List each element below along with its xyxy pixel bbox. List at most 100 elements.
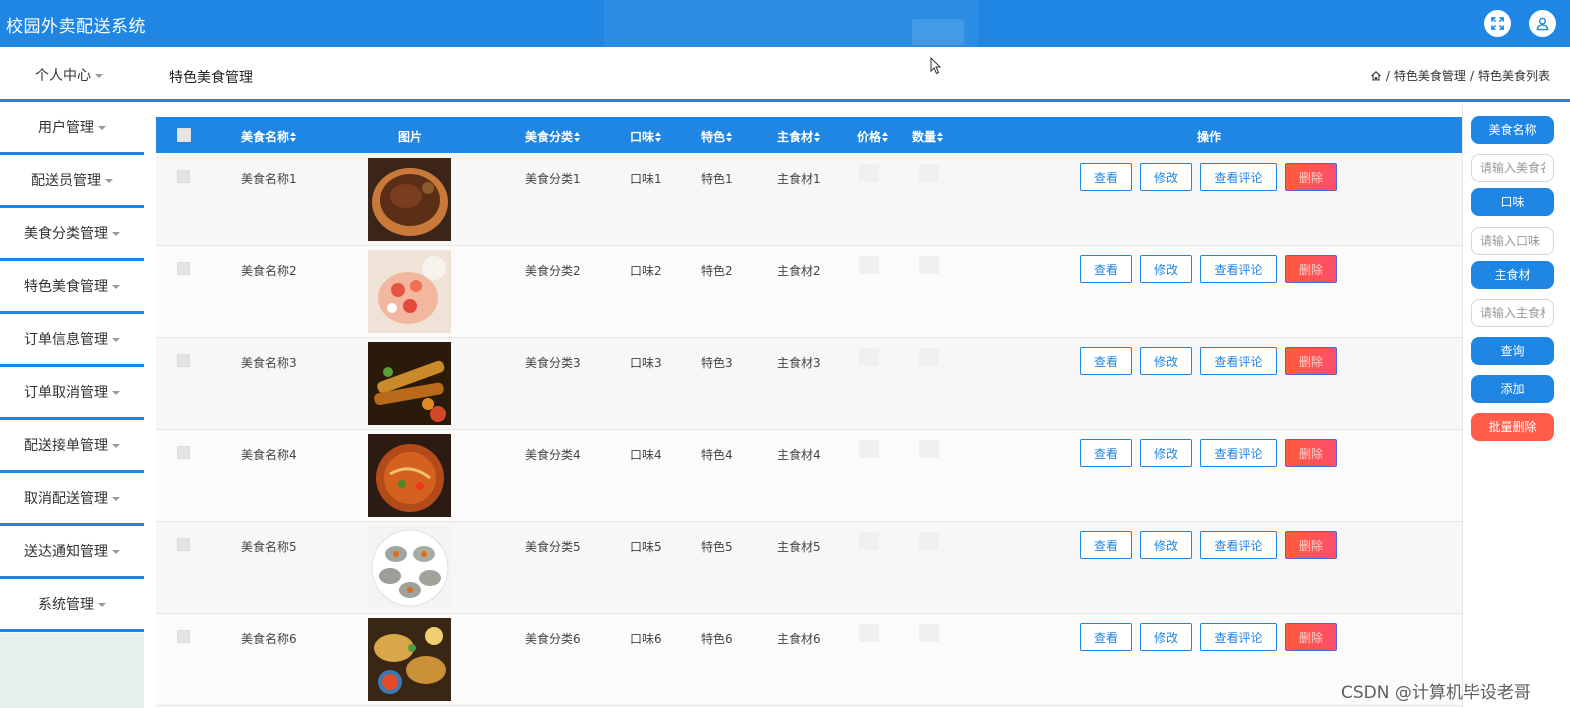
row-checkbox[interactable] (177, 630, 190, 643)
delete-button[interactable]: 删除 (1285, 163, 1337, 191)
sort-icon[interactable] (290, 132, 297, 142)
breadcrumb: / 特色美食管理 / 特色美食列表 (1370, 67, 1550, 84)
caret-down-icon (98, 603, 106, 607)
cell-price-empty (859, 532, 879, 550)
column-header-taste[interactable]: 口味 (630, 128, 662, 145)
edit-button[interactable]: 修改 (1140, 347, 1192, 375)
caret-down-icon (112, 550, 120, 554)
name-search-input[interactable] (1471, 154, 1554, 182)
row-checkbox[interactable] (177, 538, 190, 551)
cell-name: 美食名称4 (241, 448, 297, 462)
column-header-name[interactable]: 美食名称 (241, 128, 297, 145)
cell-taste: 口味3 (630, 356, 662, 370)
cell-price-empty (859, 256, 879, 274)
column-header-category[interactable]: 美食分类 (525, 128, 581, 145)
fullscreen-icon[interactable] (1484, 10, 1511, 37)
watermark: CSDN @计算机毕设老哥 (1341, 683, 1531, 703)
food-image (368, 618, 451, 701)
personal-center-menu[interactable]: 个人中心 (35, 65, 103, 85)
delete-button[interactable]: 删除 (1285, 255, 1337, 283)
view-comments-button[interactable]: 查看评论 (1200, 623, 1277, 651)
column-header-quantity[interactable]: 数量 (912, 128, 944, 145)
home-icon[interactable] (1370, 70, 1382, 82)
sort-icon[interactable] (937, 132, 944, 142)
row-checkbox[interactable] (177, 170, 190, 183)
delete-button[interactable]: 删除 (1285, 531, 1337, 559)
sidebar-item-users[interactable]: 用户管理 (0, 102, 144, 155)
caret-down-icon (112, 285, 120, 289)
column-header-image: 图片 (398, 130, 423, 144)
delete-button[interactable]: 删除 (1285, 347, 1337, 375)
cell-quantity-empty (919, 256, 939, 274)
cell-name: 美食名称5 (241, 540, 297, 554)
edit-button[interactable]: 修改 (1140, 439, 1192, 467)
breadcrumb-separator: / (1385, 68, 1390, 83)
table-row: 美食名称6 美食分类6 口味6 特色6 主食材6 查看 修改 查看评论 删除 (156, 614, 1462, 706)
sidebar-item-couriers[interactable]: 配送员管理 (0, 155, 144, 208)
table-header: 美食名称 图片 美食分类 口味 特色 主食材 价格 数量 操作 (156, 117, 1462, 153)
sidebar-item-label: 送达通知管理 (24, 544, 108, 560)
taste-search-input[interactable] (1471, 227, 1554, 255)
sidebar-item-system[interactable]: 系统管理 (0, 579, 144, 632)
view-comments-button[interactable]: 查看评论 (1200, 439, 1277, 467)
edit-button[interactable]: 修改 (1140, 531, 1192, 559)
food-image (368, 434, 451, 517)
edit-button[interactable]: 修改 (1140, 623, 1192, 651)
cell-ingredient: 主食材6 (777, 632, 821, 646)
delete-button[interactable]: 删除 (1285, 623, 1337, 651)
column-header-price[interactable]: 价格 (857, 128, 889, 145)
view-button[interactable]: 查看 (1080, 163, 1132, 191)
batch-delete-button[interactable]: 批量删除 (1471, 413, 1554, 441)
cell-taste: 口味6 (630, 632, 662, 646)
column-header-feature[interactable]: 特色 (701, 128, 733, 145)
sort-icon[interactable] (655, 132, 662, 142)
sort-icon[interactable] (726, 132, 733, 142)
sidebar-item-label: 美食分类管理 (24, 226, 108, 242)
sidebar-item-delivery-cancel[interactable]: 取消配送管理 (0, 473, 144, 526)
row-checkbox[interactable] (177, 354, 190, 367)
sidebar-item-food-category[interactable]: 美食分类管理 (0, 208, 144, 261)
sidebar-item-order-cancel[interactable]: 订单取消管理 (0, 367, 144, 420)
sidebar-item-featured-food[interactable]: 特色美食管理 (0, 261, 144, 314)
ingredient-search-input[interactable] (1471, 299, 1554, 327)
view-button[interactable]: 查看 (1080, 623, 1132, 651)
sidebar-item-delivery-accept[interactable]: 配送接单管理 (0, 420, 144, 473)
column-header-ingredient[interactable]: 主食材 (777, 128, 821, 145)
ingredient-filter-label: 主食材 (1471, 261, 1554, 289)
cell-price-empty (859, 348, 879, 366)
sort-icon[interactable] (882, 132, 889, 142)
row-checkbox[interactable] (177, 446, 190, 459)
edit-button[interactable]: 修改 (1140, 255, 1192, 283)
cell-name: 美食名称2 (241, 264, 297, 278)
add-button[interactable]: 添加 (1471, 375, 1554, 403)
sort-icon[interactable] (574, 132, 581, 142)
cell-quantity-empty (919, 624, 939, 642)
sidebar-item-label: 用户管理 (38, 120, 94, 136)
cell-taste: 口味2 (630, 264, 662, 278)
sidebar-item-orders[interactable]: 订单信息管理 (0, 314, 144, 367)
select-all-checkbox[interactable] (177, 128, 191, 142)
view-comments-button[interactable]: 查看评论 (1200, 347, 1277, 375)
sidebar-item-label: 取消配送管理 (24, 491, 108, 507)
row-checkbox[interactable] (177, 262, 190, 275)
cell-category: 美食分类1 (525, 172, 581, 186)
view-comments-button[interactable]: 查看评论 (1200, 255, 1277, 283)
query-button[interactable]: 查询 (1471, 337, 1554, 365)
page-title: 特色美食管理 (169, 70, 253, 86)
cell-ingredient: 主食材2 (777, 264, 821, 278)
table-row: 美食名称3 美食分类3 口味3 特色3 主食材3 查看 修改 查看评论 删除 (156, 338, 1462, 430)
view-button[interactable]: 查看 (1080, 531, 1132, 559)
sidebar-item-delivery-notice[interactable]: 送达通知管理 (0, 526, 144, 579)
view-comments-button[interactable]: 查看评论 (1200, 163, 1277, 191)
cell-price-empty (859, 624, 879, 642)
edit-button[interactable]: 修改 (1140, 163, 1192, 191)
view-comments-button[interactable]: 查看评论 (1200, 531, 1277, 559)
view-button[interactable]: 查看 (1080, 255, 1132, 283)
view-button[interactable]: 查看 (1080, 439, 1132, 467)
user-icon[interactable] (1529, 10, 1556, 37)
view-button[interactable]: 查看 (1080, 347, 1132, 375)
sort-icon[interactable] (814, 132, 821, 142)
cell-category: 美食分类6 (525, 632, 581, 646)
delete-button[interactable]: 删除 (1285, 439, 1337, 467)
breadcrumb-item-management[interactable]: 特色美食管理 (1394, 67, 1466, 84)
